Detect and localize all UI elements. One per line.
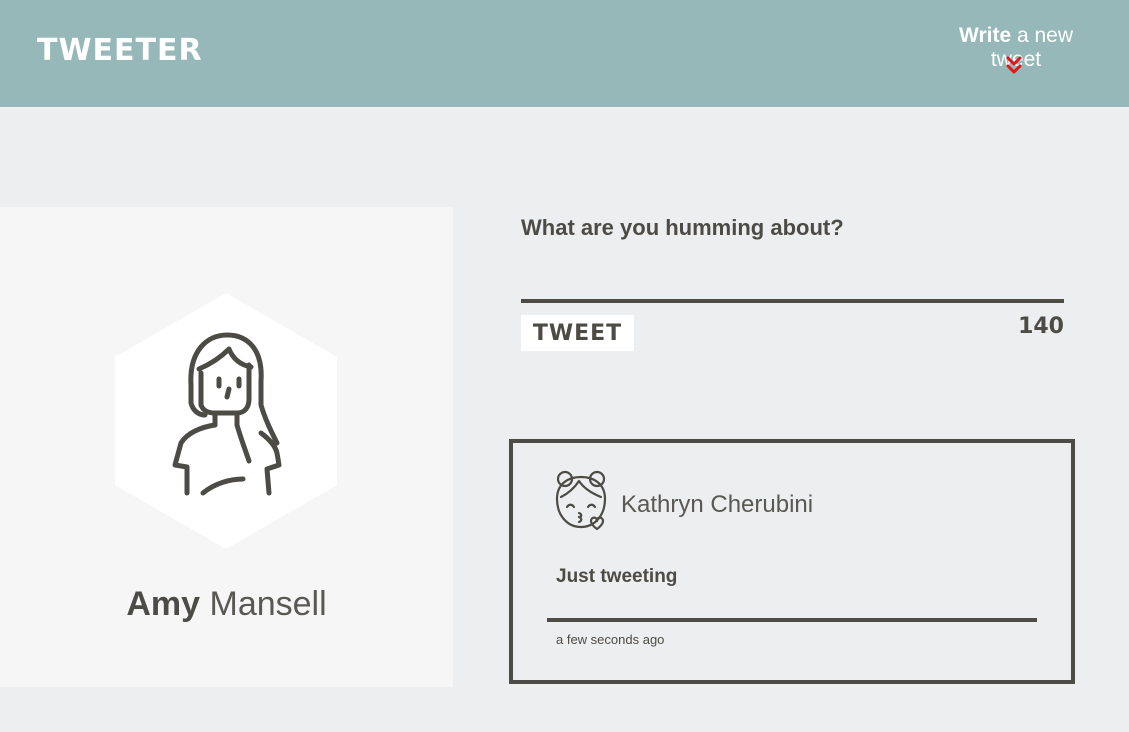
profile-card: Amy Mansell (0, 207, 453, 687)
double-chevron-down-icon[interactable] (1005, 55, 1023, 75)
profile-first-name: Amy (126, 585, 201, 623)
tweet-divider (547, 618, 1037, 622)
woman-avatar-icon (115, 293, 337, 549)
girl-kiss-avatar-icon (555, 470, 607, 531)
write-label-strong: Write (959, 24, 1012, 47)
profile-last-name: Mansell (200, 585, 327, 623)
tweet-prompt-input[interactable]: What are you humming about? (521, 215, 844, 241)
profile-name: Amy Mansell (0, 585, 453, 624)
tweet-card: Kathryn Cherubini Just tweeting a few se… (509, 439, 1075, 684)
composer-divider (521, 299, 1064, 303)
tweet-button[interactable]: TWEET (521, 315, 634, 351)
brand-logo[interactable]: TWEETER (37, 33, 203, 68)
top-nav: TWEETER Write a new tweet (0, 0, 1129, 107)
tweet-text: Just tweeting (556, 566, 678, 587)
character-counter: 140 (1018, 314, 1064, 339)
tweet-author-name: Kathryn Cherubini (621, 491, 814, 518)
tweet-timestamp: a few seconds ago (556, 632, 665, 647)
